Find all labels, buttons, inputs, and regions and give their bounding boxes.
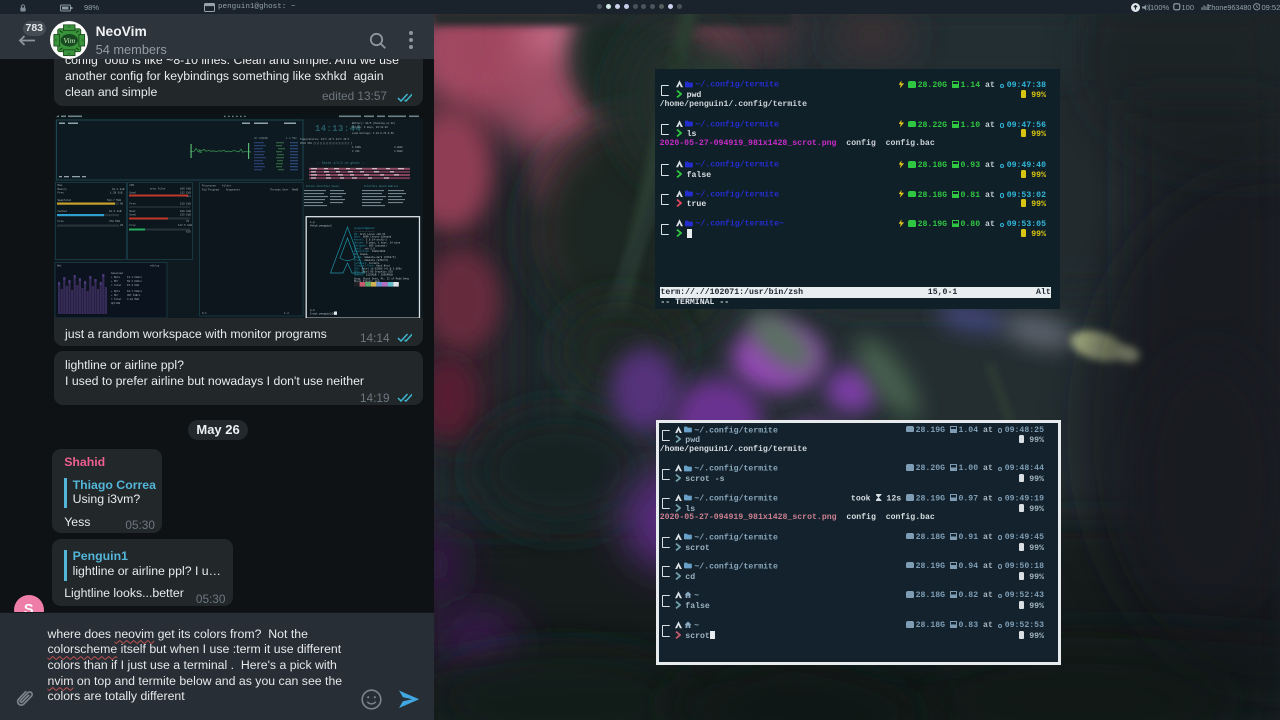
- svg-text:Battery: 94/5 (Running on AC): Battery: 94/5 (Running on AC): [352, 122, 396, 125]
- svg-text:1-4: 1-4: [284, 312, 289, 315]
- svg-text:Free: Free: [57, 219, 64, 223]
- svg-text:-: State 4/1/2 on ghost :-: -: State 4/1/2 on ghost :-: [316, 161, 366, 165]
- svg-text:+ Rpts: + Rpts: [111, 290, 120, 293]
- svg-text:Active Interface Speed: Active Interface Speed: [306, 185, 339, 188]
- svg-text:128 GiB: 128 GiB: [180, 202, 191, 206]
- svg-text:= Total: = Total: [111, 284, 122, 287]
- svg-text:filter: filter: [222, 184, 232, 188]
- svg-text:CPU1 51% [||||||||||||||||||||: CPU1 51% [||||||||||||||||||||||| ]: [300, 142, 352, 145]
- svg-text:Pid Program: Pid Program: [202, 188, 219, 192]
- svg-text:Used: Used: [129, 191, 136, 195]
- svg-text:+ MCr: + MCr: [111, 294, 119, 297]
- svg-text:512.7 MiB: 512.7 MiB: [107, 198, 121, 202]
- svg-text:CP LOADED: CP LOADED: [254, 137, 268, 140]
- svg-text:eth/up: eth/up: [150, 264, 160, 268]
- svg-text:378 MiB: 378 MiB: [109, 219, 120, 223]
- svg-text:Cached: Cached: [57, 209, 67, 213]
- svg-text:132 GiB: 132 GiB: [180, 191, 191, 195]
- svg-text:UpTiCB: UpTiCB: [111, 302, 120, 305]
- svg-text:10.6 GiB: 10.6 GiB: [109, 209, 122, 213]
- svg-text:Free: Free: [57, 191, 64, 195]
- svg-text:106 GiB: 106 GiB: [180, 209, 191, 213]
- svg-text:Free: Free: [129, 223, 136, 227]
- svg-text:2 41%: 2 41%: [352, 150, 360, 153]
- svg-text:CPU: CPU: [129, 184, 134, 187]
- svg-text:+ Rpts: + Rpts: [111, 276, 120, 279]
- svg-text:Temperatures: 43°C 41°C 44°C 4: Temperatures: 43°C 41°C 44°C 43°C: [300, 138, 350, 141]
- svg-text:307 KiB/s: 307 KiB/s: [127, 294, 141, 297]
- svg-text:Uptime: 3 days, 01:11:29: Uptime: 3 days, 01:11:29: [352, 126, 388, 129]
- svg-text:7%: 7%: [186, 220, 190, 223]
- svg-text:proc files: proc files: [150, 187, 166, 191]
- svg-text:4.8GHz: 4.8GHz: [394, 146, 403, 149]
- svg-text:59.1 KiB/s: 59.1 KiB/s: [127, 280, 142, 283]
- svg-text:MemB: MemB: [292, 189, 299, 192]
- svg-text:135 GiB: 135 GiB: [180, 213, 191, 217]
- svg-text:baseload: baseload: [111, 272, 123, 275]
- svg-text:0%: 0%: [120, 203, 124, 206]
- svg-text:Interface Speed Address: Interface Speed Address: [364, 185, 399, 188]
- svg-text:Threads User: Threads User: [270, 188, 289, 192]
- svg-text:19.7 KiB/s: 19.7 KiB/s: [127, 290, 142, 293]
- svg-text:SwapTotal: SwapTotal: [57, 198, 71, 202]
- svg-text:[root penguin1]#: [root penguin1]#: [310, 312, 335, 316]
- svg-text:117.5 GiB: 117.5 GiB: [178, 223, 192, 227]
- svg-text:Mem: Mem: [57, 184, 62, 187]
- svg-text:19.1 GiB: 19.1 GiB: [112, 187, 125, 191]
- svg-text:Net: Net: [57, 265, 62, 268]
- svg-text:100 GiB: 100 GiB: [180, 187, 191, 191]
- svg-text:1 109%: 1 109%: [352, 146, 361, 149]
- svg-text:4.6GHz: 4.6GHz: [394, 150, 403, 153]
- svg-text:fetch penguin1: fetch penguin1: [310, 224, 332, 228]
- svg-text:62%: 62%: [186, 231, 191, 234]
- svg-text:4.18 MiB: 4.18 MiB: [127, 298, 139, 301]
- svg-text:Arguments: Arguments: [226, 188, 240, 192]
- svg-text:Load Average: 1.19 0.70 0.50: Load Average: 1.19 0.70 0.50: [352, 132, 394, 135]
- svg-text:+ MCr: + MCr: [111, 280, 119, 283]
- svg-text:2%: 2%: [120, 224, 124, 227]
- svg-text:Memory: Memory: [57, 187, 67, 191]
- svg-text:S:1: S:1: [202, 312, 207, 315]
- svg-text:Vim: Vim: [63, 36, 75, 45]
- svg-text:= Total: = Total: [111, 298, 122, 301]
- svg-text:13.1 KiB/s: 13.1 KiB/s: [127, 276, 142, 279]
- svg-text:1.38 GiB: 1.38 GiB: [110, 191, 123, 195]
- svg-text:Processes: Processes: [202, 184, 216, 188]
- svg-text:Free: Free: [129, 202, 136, 206]
- svg-text:97.3 KiB: 97.3 KiB: [127, 284, 139, 287]
- svg-text:Memory: 2125MiB / 19668MiB: Memory: 2125MiB / 19668MiB: [354, 274, 393, 277]
- svg-text:Used: Used: [129, 213, 136, 217]
- svg-text:1.1 MHz: 1.1 MHz: [286, 137, 297, 140]
